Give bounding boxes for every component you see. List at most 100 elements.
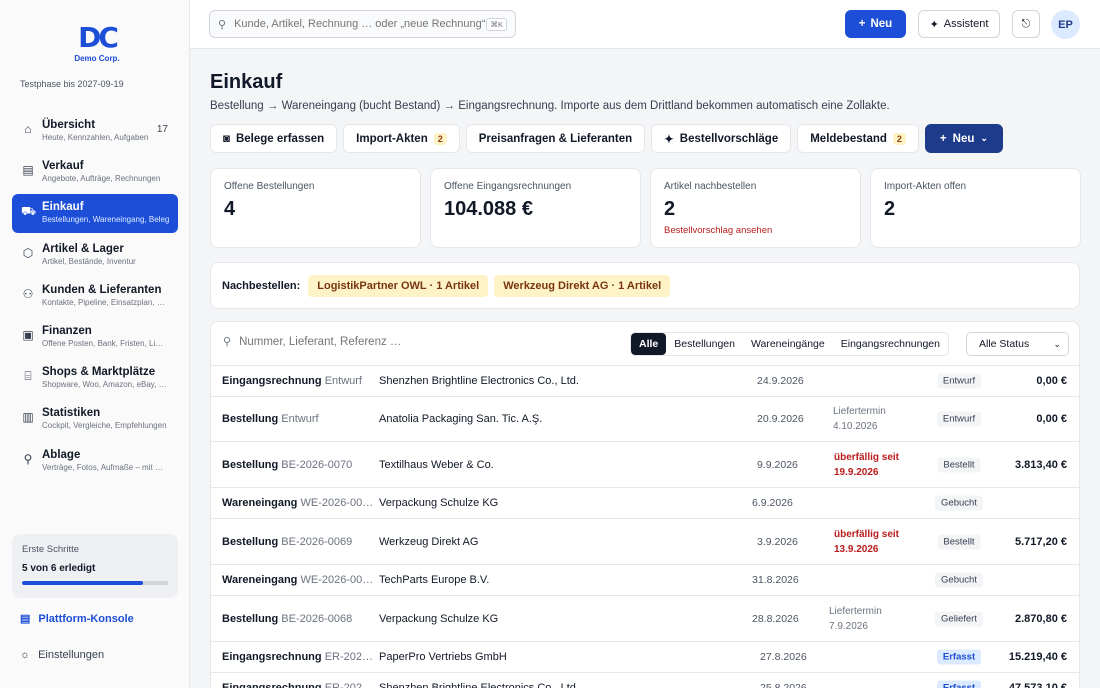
sidebar-item-chart[interactable]: ▥ Statistiken Cockpit, Vergleiche, Empfehl… [12,400,178,439]
steps-progress-fill [22,581,144,585]
store-icon: ⌸ [24,369,32,384]
table-row[interactable]: Eingangsrechnung ER-202… PaperPro Vertrie… [211,642,1079,673]
new-button[interactable]: + Neu [845,10,906,38]
filter-orders[interactable]: Bestellungen [666,333,743,355]
page-subtitle: Bestellung → Wareneingang (bucht Bestand… [210,100,890,112]
reorder-level-label: Meldebestand [810,132,887,145]
doc-amount: 0,00 € [1036,375,1067,387]
import-files-button[interactable]: Import-Akten 2 [343,124,460,153]
doc-date: 24.9.2026 [757,375,804,387]
sidebar-item-paperclip[interactable]: ⚲ Ablage Verträge, Fotos, Aufmaße – mit … [12,442,178,481]
notifications-button[interactable]: ⎋ [1012,10,1040,38]
filter-incoming-invoices[interactable]: Eingangsrechnungen [833,333,948,355]
platform-console-link[interactable]: ▤ Plattform-Konsole [20,612,134,626]
global-search[interactable]: ⚲ ⌘K [209,10,516,38]
kpi-card[interactable]: Artikel nachbestellen 2 Bestellvorschlag a… [650,168,861,248]
table-row[interactable]: Bestellung BE-2026-0069 Werkzeug Direkt A… [211,519,1079,565]
global-search-input[interactable] [234,18,487,30]
status-badge: Entwurf [936,373,982,389]
sidebar-item-home[interactable]: ⌂ Übersicht Heute, Kennzahlen, Aufgaben 17 [12,112,178,151]
sidebar-item-box[interactable]: ⬡ Artikel & Lager Artikel, Bestände, Inven… [12,236,178,275]
kpi-link[interactable]: Bestellvorschlag ansehen [664,225,847,236]
doc-ref: WE-2026-00… [300,574,374,586]
rfq-suppliers-button[interactable]: Preisanfragen & Lieferanten [465,124,646,153]
new-purchase-button[interactable]: + Neu ⌄ [924,124,1003,153]
filter-goods-receipts[interactable]: Wareneingänge [743,333,833,355]
table-row[interactable]: Bestellung BE-2026-0068 Verpackung Schulz… [211,596,1079,642]
status-badge: Entwurf [936,411,982,427]
order-proposals-button[interactable]: ✦ Bestellvorschläge [651,124,792,153]
paperclip-icon: ⚲ [23,451,33,466]
reorder-level-button[interactable]: Meldebestand 2 [797,124,919,153]
kpi-value: 2 [884,198,896,220]
reorder-chip[interactable]: Werkzeug Direkt AG · 1 Artikel [494,274,671,297]
new-purchase-label: Neu [952,132,975,145]
onboarding-steps[interactable]: Erste Schritte 5 von 6 erledigt [12,534,178,598]
chevron-down-icon: ⌄ [980,133,988,143]
sidebar-item-sub: Offene Posten, Bank, Fristen, Li… [42,338,164,348]
documents-search-input[interactable] [239,335,440,348]
new-button-label: Neu [870,18,893,30]
action-bar: ◙ Belege erfassen Import-Akten 2 Preisan… [210,124,1003,153]
doc-date: 9.9.2026 [757,458,798,471]
status-select[interactable]: Alle Status ⌄ [966,332,1069,356]
sidebar-item-label: Einkauf [42,201,84,214]
doc-note-date: 19.9.2026 [834,466,879,478]
doc-type: Wareneingang [222,574,298,586]
kpi-label: Offene Bestellungen [224,181,315,192]
steps-progress-text: 5 von 6 erledigt [22,563,96,574]
sidebar-item-users[interactable]: ⚇ Kunden & Lieferanten Kontakte, Pipeline,… [12,277,178,316]
doc-ref: BE-2026-0069 [281,535,353,548]
logo[interactable]: DC Demo Corp. [72,24,122,64]
sidebar-item-sub: Angebote, Aufträge, Rechnungen [42,174,161,184]
status-badge: Bestellt [937,457,981,472]
doc-date: 25.8.2026 [760,681,807,688]
receipt-icon: ▤ [22,163,34,178]
settings-link[interactable]: ☼ Einstellungen [20,649,104,661]
kpi-cards: Offene Bestellungen 4 Offene Eingangsrechn… [210,168,1081,248]
sidebar-item-label: Ablage [42,448,81,461]
sidebar-item-store[interactable]: ⌸ Shops & Marktplätze Shopware, Woo, Amazo… [12,359,178,398]
sidebar-item-receipt[interactable]: ▤ Verkauf Angebote, Aufträge, Rechnungen [12,153,178,192]
table-row[interactable]: Bestellung BE-2026-0070 Textilhaus Weber … [211,442,1079,488]
assistant-button-label: Assistent [943,18,989,30]
sidebar-item-sub: Heute, Kennzahlen, Aufgaben [42,133,149,142]
filter-all[interactable]: Alle [631,333,667,355]
doc-type: Eingangsrechnung [222,651,322,663]
sidebar-item-sub: Artikel, Bestände, Inventur [42,256,136,266]
search-icon: ⚲ [223,336,232,348]
settings-label: Einstellungen [38,649,105,661]
rfq-suppliers-label: Preisanfragen & Lieferanten [478,132,633,145]
doc-note-label: Liefertermin [833,406,886,417]
table-row[interactable]: Bestellung Entwurf Anatolia Packaging San… [211,397,1079,442]
kpi-card[interactable]: Offene Bestellungen 4 [210,168,421,248]
doc-type: Eingangsrechnung [222,681,322,688]
doc-amount: 2.870,80 € [1015,612,1067,625]
kpi-card[interactable]: Offene Eingangsrechnungen 104.088 € [430,168,641,248]
kpi-card[interactable]: Import-Akten offen 2 [870,168,1081,248]
table-row[interactable]: Eingangsrechnung Entwurf Shenzhen Brightl… [211,366,1079,397]
capture-documents-button[interactable]: ◙ Belege erfassen [210,124,338,153]
sidebar-item-label: Finanzen [42,324,92,337]
wallet-icon: ▣ [22,327,34,342]
table-row[interactable]: Wareneingang WE-2026-00… TechParts Europe… [211,565,1079,596]
doc-note-date: 4.10.2026 [833,421,878,432]
sidebar-item-wallet[interactable]: ▣ Finanzen Offene Posten, Bank, Fristen, L… [12,318,178,357]
doc-ref: BE-2026-0070 [281,458,353,471]
sidebar-item-cart[interactable]: ⛟ Einkauf Bestellungen, Wareneingang, Bele… [12,194,178,234]
sidebar-item-label: Artikel & Lager [42,242,124,255]
table-row[interactable]: Eingangsrechnung ER-202… Shenzhen Brightl… [211,673,1079,688]
reorder-chip[interactable]: LogistikPartner OWL · 1 Artikel [308,274,489,297]
sidebar-item-label: Kunden & Lieferanten [42,283,162,296]
assistant-button[interactable]: ✦ Assistent [918,10,1000,38]
platform-console-label: Plattform-Konsole [38,612,134,625]
table-row[interactable]: Wareneingang WE-2026-00… Verpackung Schul… [211,488,1079,519]
doc-type: Bestellung [222,612,279,625]
avatar[interactable]: EP [1051,10,1080,39]
order-proposals-label: Bestellvorschläge [679,132,779,145]
doc-type: Wareneingang [222,497,298,509]
doc-type-cell: Eingangsrechnung ER-202… [222,682,373,688]
gear-icon: ☼ [20,649,31,661]
doc-date: 28.8.2026 [752,612,799,625]
documents-search[interactable]: ⚲ [223,335,440,348]
